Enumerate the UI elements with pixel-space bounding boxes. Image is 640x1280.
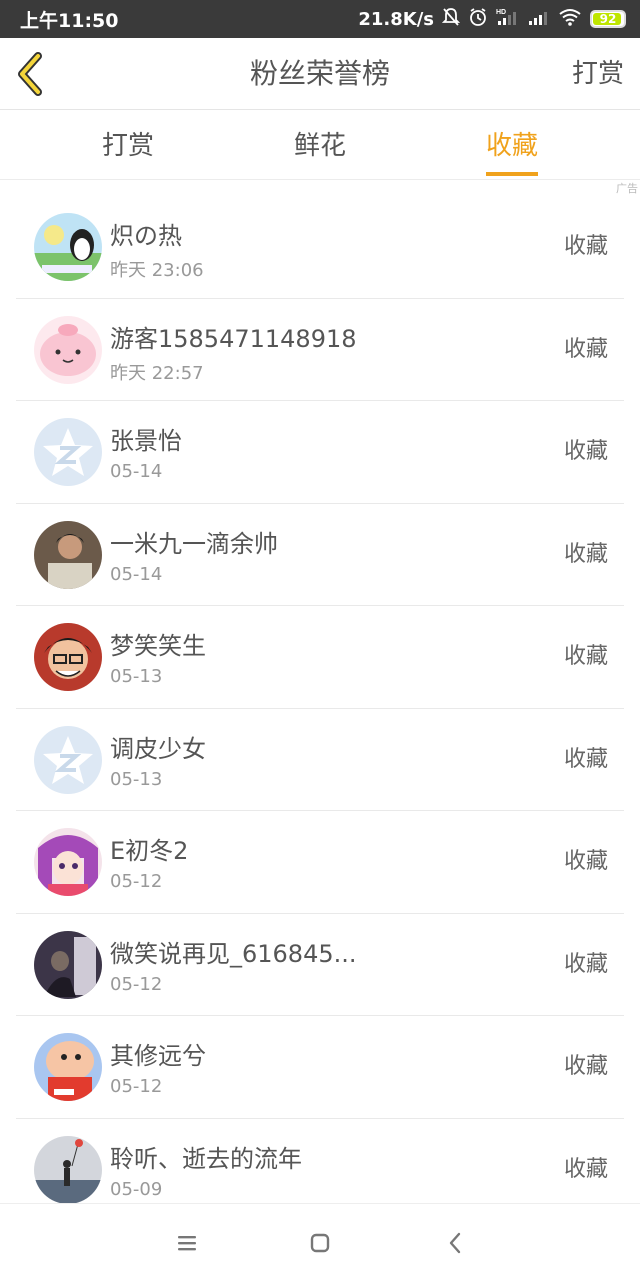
favorite-label: 收藏 — [563, 951, 608, 977]
avatar — [34, 418, 102, 486]
favorite-label: 收藏 — [563, 644, 608, 669]
tab-reward[interactable]: 打赏 — [102, 110, 154, 180]
fan-name: 梦笑笑生 — [110, 632, 206, 660]
avatar — [34, 315, 102, 384]
avatar — [34, 828, 102, 896]
battery-icon: 92 — [590, 10, 626, 28]
list-item[interactable]: 张景怡 05-14 收藏 — [16, 401, 624, 504]
tab-favorites[interactable]: 收藏 — [486, 110, 538, 180]
favorite-label: 收藏 — [563, 541, 608, 567]
fan-time: 05-14 — [110, 563, 163, 585]
ad-label: 广告 — [616, 182, 638, 195]
tab-flowers[interactable]: 鲜花 — [294, 110, 346, 180]
mute-bell-icon — [441, 7, 461, 32]
fan-list: 炽の热 昨天 23:06 收藏 游客1585471148918 昨天 22:57… — [16, 196, 624, 1221]
signal-icon: HD — [496, 7, 520, 32]
hd-label: HD — [496, 9, 506, 16]
fan-time: 昨天 22:57 — [110, 362, 204, 384]
fan-time: 05-09 — [110, 1178, 163, 1200]
network-speed: 21.8K/s — [358, 8, 434, 30]
list-item[interactable]: E初冬2 05-12 收藏 — [16, 811, 624, 914]
fan-time: 05-12 — [110, 973, 163, 995]
favorite-label: 收藏 — [563, 336, 608, 362]
fan-time: 昨天 23:06 — [110, 260, 204, 281]
fan-name: 聆听、逝去的流年 — [110, 1144, 302, 1173]
fan-name: 微笑说再见_616845... — [110, 939, 357, 968]
fan-name: 其修远兮 — [110, 1042, 206, 1070]
fan-name: 炽の热 — [110, 222, 182, 250]
tab-bar: 打赏 鲜花 收藏 — [0, 110, 640, 180]
signal-icon — [528, 7, 550, 32]
avatar — [34, 623, 102, 691]
wifi-icon — [558, 7, 582, 32]
list-item[interactable]: 微笑说再见_616845... 05-12 收藏 — [16, 914, 624, 1016]
back-icon[interactable] — [440, 1228, 470, 1258]
menu-icon[interactable] — [172, 1228, 202, 1258]
favorite-label: 收藏 — [563, 1054, 608, 1079]
status-time: 上午11:50 — [20, 9, 119, 32]
list-item[interactable]: 其修远兮 05-12 收藏 — [16, 1016, 624, 1119]
system-nav-bar — [0, 1203, 640, 1280]
fan-name: 张景怡 — [110, 427, 182, 455]
list-item[interactable]: 梦笑笑生 05-13 收藏 — [16, 606, 624, 709]
avatar — [34, 1033, 102, 1101]
list-item[interactable]: 调皮少女 05-13 收藏 — [16, 709, 624, 811]
avatar — [34, 725, 102, 794]
fan-name: E初冬2 — [110, 837, 189, 865]
avatar — [34, 930, 102, 999]
list-item[interactable]: 炽の热 昨天 23:06 收藏 — [16, 196, 624, 299]
favorite-label: 收藏 — [563, 439, 608, 464]
default-avatar-icon — [43, 735, 93, 784]
default-avatar-icon — [43, 428, 93, 476]
avatar — [34, 213, 102, 281]
favorite-label: 收藏 — [563, 849, 608, 874]
fan-time: 05-13 — [110, 768, 163, 790]
reward-button[interactable]: 打赏 — [572, 38, 624, 110]
favorite-label: 收藏 — [563, 746, 608, 772]
alarm-icon — [468, 7, 488, 32]
fan-name: 一米九一滴余帅 — [110, 529, 278, 558]
page-title: 粉丝荣誉榜 — [249, 57, 390, 90]
fan-time: 05-12 — [110, 871, 163, 892]
fan-time: 05-13 — [110, 666, 163, 687]
avatar — [34, 520, 102, 589]
battery-level: 92 — [599, 12, 617, 26]
fan-time: 05-12 — [110, 1076, 163, 1097]
fan-name: 调皮少女 — [110, 734, 206, 763]
avatar — [34, 1135, 102, 1204]
favorite-label: 收藏 — [563, 234, 608, 259]
status-bar: 上午11:50 21.8K/s HD 92 — [0, 0, 640, 38]
home-icon[interactable] — [305, 1228, 335, 1258]
header-bar: 粉丝荣誉榜 打赏 — [0, 38, 640, 110]
fan-time: 05-14 — [110, 461, 163, 482]
list-item[interactable]: 一米九一滴余帅 05-14 收藏 — [16, 504, 624, 606]
fan-name: 游客1585471148918 — [110, 324, 357, 353]
active-tab-indicator — [486, 172, 538, 176]
list-item[interactable]: 游客1585471148918 昨天 22:57 收藏 — [16, 299, 624, 401]
status-icons: 21.8K/s HD 92 — [358, 7, 626, 32]
